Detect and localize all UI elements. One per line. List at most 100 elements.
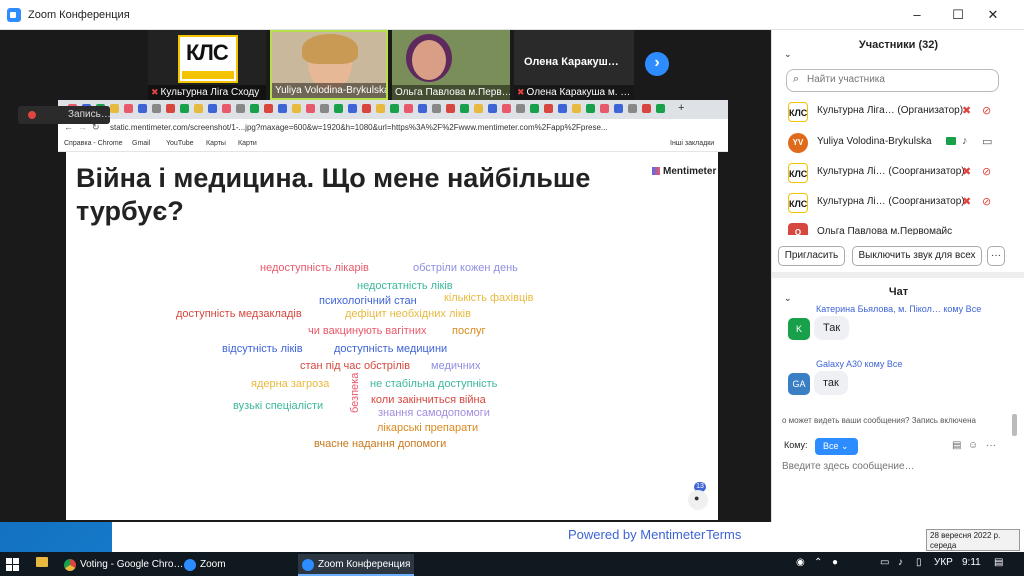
- network-icon[interactable]: ▭: [880, 557, 889, 568]
- chat-input[interactable]: [782, 461, 1012, 472]
- person-icon[interactable]: [688, 490, 708, 510]
- taskbar-zoom[interactable]: Zoom: [180, 554, 292, 576]
- tooltip-day: середа: [930, 541, 957, 550]
- title-bar: Zoom Конференция – ☐ ✕: [0, 0, 1024, 30]
- mic-muted-icon: ✖: [962, 105, 972, 117]
- bookmark-item[interactable]: Справка - Chrome: [64, 140, 123, 147]
- other-bookmarks[interactable]: Інші закладки: [670, 140, 714, 147]
- video-tile-yuliya[interactable]: Yuliya Volodina-Brykulska: [270, 30, 388, 100]
- word-cloud-item: вчасне надання допомоги: [314, 438, 447, 450]
- word-cloud-item: недоступність лікарів: [260, 262, 369, 274]
- word-cloud-item: знання самодопомоги: [378, 407, 490, 419]
- next-page-button[interactable]: ›: [645, 52, 669, 76]
- recording-indicator[interactable]: Запись…: [18, 106, 111, 124]
- mic-muted-icon: ✖: [517, 87, 525, 97]
- tile-name: Олена Каракуша м. …: [526, 87, 631, 98]
- volume-icon[interactable]: ♪: [898, 557, 903, 568]
- word-cloud-item: чи вакцинують вагітних: [308, 325, 427, 337]
- tile-name: Yuliya Volodina-Brykulska: [275, 85, 388, 96]
- avatar: YV: [788, 133, 808, 153]
- participant-row[interactable]: КЛС Культурна Ліга… (Организатор) ✖ ⊘: [772, 96, 1024, 126]
- chevron-down-icon[interactable]: ⌄: [784, 286, 792, 310]
- word-cloud-item: стан під час обстрілів: [300, 360, 411, 372]
- powered-by-link[interactable]: Powered by Mentimeter: [568, 527, 705, 542]
- new-tab-icon[interactable]: +: [678, 102, 684, 114]
- chat-message: Так: [814, 316, 850, 340]
- windows-start-icon[interactable]: [6, 558, 19, 571]
- participant-row[interactable]: КЛС Культурна Лі… (Соорганизатор) ✖ ⊘: [772, 187, 1024, 217]
- video-tile-kls[interactable]: КЛС ✖ Культурна Ліга Сходу: [148, 30, 266, 100]
- chat-sender: Galaxy A30 кому Все: [816, 359, 903, 369]
- chat-visibility-notice[interactable]: о может видеть ваши сообщения? Запись вк…: [782, 416, 1024, 425]
- address-bar[interactable]: ← → ↻ static.mentimeter.com/screenshot/1…: [58, 119, 728, 137]
- avatar: K: [788, 318, 810, 340]
- word-cloud-item: медичних: [431, 360, 481, 372]
- language-indicator[interactable]: УКР: [934, 557, 953, 568]
- mic-muted-icon: ✖: [962, 166, 972, 178]
- chat-message: так: [814, 371, 848, 395]
- bookmark-item[interactable]: Карти: [238, 140, 257, 147]
- mic-icon: ♪: [962, 135, 968, 147]
- file-explorer-icon[interactable]: [36, 557, 48, 567]
- participant-name: Yuliya Volodina-Brykulska: [817, 136, 932, 147]
- maximize-button[interactable]: ☐: [947, 6, 969, 24]
- word-cloud-item: лікарські препарати: [377, 422, 479, 434]
- search-input[interactable]: [807, 74, 987, 85]
- video-tile-olena[interactable]: Олена Каракуш… ✖ Олена Каракуша м. …: [514, 30, 634, 100]
- invite-button[interactable]: Пригласить: [778, 246, 845, 266]
- participant-search[interactable]: ⌕: [786, 69, 999, 92]
- word-cloud-item: вузькі спеціалісти: [233, 400, 324, 412]
- recording-text: Запись…: [68, 109, 111, 120]
- zoom-app-icon: [7, 8, 21, 22]
- to-label: Кому:: [784, 440, 808, 450]
- taskbar-zoom-meeting[interactable]: Zoom Конференция: [298, 554, 414, 576]
- participant-row[interactable]: YV Yuliya Volodina-Brykulska ♪ ▭: [772, 127, 1024, 157]
- browser-tab-strip[interactable]: +: [58, 100, 728, 119]
- tray-up-icon[interactable]: ⌃: [814, 557, 822, 568]
- word-cloud-item: ядерна загроза: [251, 378, 330, 390]
- recipient-select[interactable]: Все ⌄: [815, 438, 858, 455]
- chat-header: ⌄ Чат: [772, 280, 1024, 304]
- file-icon[interactable]: ▤: [952, 440, 961, 451]
- close-button[interactable]: ✕: [982, 6, 1004, 24]
- more-options-button[interactable]: ···: [987, 246, 1005, 266]
- taskbar-chrome[interactable]: Voting - Google Chro…: [60, 554, 183, 576]
- participant-name: Ольга Павлова м.Первомайс: [817, 226, 953, 235]
- bookmark-item[interactable]: Карты: [206, 140, 226, 147]
- mute-all-button[interactable]: Выключить звук для всех: [852, 246, 982, 266]
- avatar: О: [788, 223, 808, 235]
- word-cloud-item: доступність медзакладів: [176, 308, 302, 320]
- bookmarks-bar: Справка - Chrome Gmail YouTube Карты Кар…: [58, 137, 728, 152]
- record-icon: [28, 111, 36, 119]
- participant-name: Культурна Ліга… (Организатор): [817, 105, 964, 116]
- bookmark-item[interactable]: YouTube: [166, 140, 194, 147]
- url-text[interactable]: static.mentimeter.com/screenshot/1-...jp…: [110, 123, 608, 132]
- tile-name: Ольга Павлова м.Перв…: [395, 87, 510, 98]
- battery-icon[interactable]: ▯: [916, 557, 922, 568]
- word-cloud-item: не стабільна доступність: [370, 378, 498, 390]
- tray-zoom-icon[interactable]: ◉: [796, 557, 805, 568]
- word-cloud-item: коли закінчиться війна: [371, 394, 486, 406]
- video-tile-olha[interactable]: Ольга Павлова м.Перв…: [392, 30, 510, 100]
- clock[interactable]: 9:11: [962, 557, 981, 568]
- emoji-icon[interactable]: ☺: [968, 440, 978, 451]
- participant-name-large: Олена Каракуш…: [524, 56, 619, 68]
- minimize-button[interactable]: –: [906, 6, 928, 24]
- bookmark-item[interactable]: Gmail: [132, 140, 150, 147]
- more-icon[interactable]: ···: [986, 440, 996, 451]
- date-tooltip: 28 вересня 2022 р. середа: [926, 529, 1020, 551]
- video-off-icon: ⊘: [982, 196, 992, 208]
- participant-row[interactable]: КЛС Культурна Лі… (Соорганизатор) ✖ ⊘: [772, 157, 1024, 187]
- notifications-icon[interactable]: ▤: [994, 557, 1003, 568]
- search-icon: ⌕: [793, 73, 800, 85]
- tray-chrome-icon[interactable]: ●: [832, 557, 838, 568]
- participant-face: [412, 40, 446, 80]
- chat-sender: Катерина Бьялова, м. Пікол… кому Все: [816, 304, 982, 314]
- participant-name: Культурна Лі… (Соорганизатор): [817, 166, 965, 177]
- taskbar: Voting - Google Chro… Zoom Zoom Конферен…: [0, 552, 1024, 576]
- word-cloud-item: дефіцит необхідних ліків: [345, 308, 471, 320]
- kls-logo-text: КЛС: [186, 40, 229, 65]
- participant-row[interactable]: О Ольга Павлова м.Первомайс: [772, 217, 1024, 235]
- terms-link[interactable]: Terms: [706, 527, 741, 542]
- chevron-down-icon[interactable]: ⌄: [784, 39, 792, 69]
